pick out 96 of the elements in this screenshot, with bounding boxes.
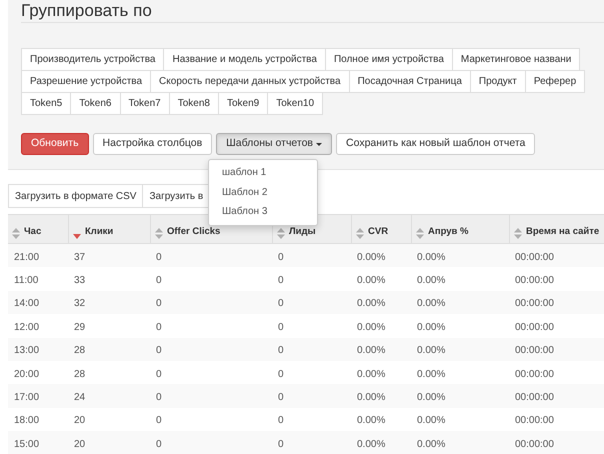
table-cell: 0.00% (417, 252, 446, 263)
table-cell: 0.00% (357, 345, 386, 356)
table-cell: 00:00:00 (515, 298, 554, 310)
table-cell: 0 (278, 252, 284, 263)
group-by-option[interactable]: Token6 (70, 92, 120, 115)
templates-dropdown[interactable]: Шаблоны отчетов (216, 133, 332, 155)
table-cell: 0.00% (417, 368, 446, 380)
panel-title: Группировать по (21, 1, 152, 21)
table-cell: 0 (156, 415, 162, 426)
table-cell: 0.00% (357, 392, 386, 404)
table-cell: 0 (278, 298, 284, 310)
table-cell: 0.00% (417, 438, 446, 450)
action-button[interactable]: Настройка столбцов (92, 133, 212, 155)
column-header[interactable]: Клики (85, 224, 114, 239)
table-cell: 00:00:00 (515, 345, 554, 356)
table-cell: 12:00 (14, 322, 40, 333)
table-cell: 0 (156, 345, 162, 356)
table-cell: 0.00% (357, 368, 386, 380)
table-cell: 0 (156, 438, 162, 450)
table-cell: 00:00:00 (515, 438, 554, 450)
table-cell: 0.00% (417, 298, 446, 310)
column-header[interactable]: Лиды (289, 224, 316, 239)
download-button[interactable]: Загрузить в (142, 184, 210, 208)
column-header[interactable]: Час (24, 224, 42, 239)
table-cell: 0.00% (357, 275, 386, 286)
table-cell: 0.00% (357, 298, 386, 310)
column-header[interactable]: Offer Clicks (167, 224, 220, 239)
group-by-option[interactable]: Token5 (21, 92, 72, 115)
table-cell: 15:00 (14, 438, 40, 450)
table-cell: 0.00% (357, 438, 386, 450)
group-by-option[interactable]: Token9 (218, 92, 268, 115)
table-cell: 0.00% (417, 415, 446, 426)
refresh-button[interactable]: Обновить (21, 133, 89, 155)
table-cell: 0 (278, 275, 284, 286)
table-cell: 0.00% (357, 415, 386, 426)
table-cell: 0.00% (417, 322, 446, 333)
menu-item[interactable]: Шаблон 2 (209, 182, 317, 202)
table-cell: 0 (156, 275, 162, 286)
table-cell: 00:00:00 (515, 415, 554, 426)
group-by-option[interactable]: Token10 (267, 92, 324, 115)
table-cell: 0.00% (417, 392, 446, 404)
table-cell: 13:00 (14, 345, 40, 356)
column-header[interactable]: Время на сайте (526, 224, 600, 239)
table-cell: 0 (156, 298, 162, 310)
group-by-option[interactable]: Token7 (120, 92, 170, 115)
table-cell: 00:00:00 (515, 275, 554, 286)
action-button[interactable]: Сохранить как новый шаблон отчета (336, 133, 536, 155)
group-by-option[interactable]: Название и модель устройства (163, 48, 326, 71)
group-by-option[interactable]: Посадочная Страница (348, 70, 471, 93)
table-cell: 20 (74, 438, 86, 450)
table-cell: 0.00% (417, 275, 446, 286)
group-by-option[interactable]: Скорость передачи данных устройства (150, 70, 350, 93)
group-by-option[interactable]: Производитель устройства (21, 48, 164, 71)
table-cell: 24 (74, 392, 86, 404)
table-cell: 33 (74, 275, 86, 286)
table-cell: 21:00 (14, 252, 40, 263)
group-by-option[interactable]: Разрешение устройства (21, 70, 152, 93)
table-cell: 32 (74, 298, 86, 310)
table-cell: 00:00:00 (515, 322, 554, 333)
table-cell: 37 (74, 252, 86, 263)
caret-icon (316, 142, 322, 146)
table-cell: 28 (74, 345, 86, 356)
table-cell: 0.00% (357, 252, 386, 263)
table-cell: 0 (156, 322, 162, 333)
menu-item[interactable]: шаблон 1 (209, 163, 317, 182)
table-cell: 00:00:00 (515, 368, 554, 380)
table-cell: 0.00% (357, 322, 386, 333)
download-button[interactable]: Загрузить в формате CSV (8, 184, 144, 208)
table-cell: 0 (278, 438, 284, 450)
table-cell: 0 (278, 322, 284, 333)
table-cell: 0 (278, 392, 284, 404)
table-cell: 0 (278, 345, 284, 356)
table-cell: 0.00% (417, 345, 446, 356)
table-cell: 0 (156, 392, 162, 404)
group-by-option[interactable]: Маркетинговое названи (452, 48, 580, 71)
table-cell: 29 (74, 322, 86, 333)
column-header[interactable]: Апрув % (428, 224, 468, 239)
table-cell: 0 (156, 252, 162, 263)
table-cell: 17:00 (14, 392, 40, 404)
table-cell: 14:00 (14, 298, 40, 310)
table-cell: 0 (278, 368, 284, 380)
menu-item[interactable]: Шаблон 3 (209, 202, 317, 222)
table-cell: 20 (74, 415, 86, 426)
column-header[interactable]: CVR (368, 224, 388, 239)
table-cell: 0 (156, 368, 162, 380)
table-cell: 00:00:00 (515, 252, 554, 263)
table-cell: 11:00 (14, 275, 38, 286)
group-by-option[interactable]: Token8 (168, 92, 219, 115)
group-by-option[interactable]: Полное имя устройства (324, 48, 453, 71)
group-by-option[interactable]: Продукт (470, 70, 526, 93)
group-by-option[interactable]: Реферер (524, 70, 586, 93)
table-cell: 00:00:00 (515, 392, 554, 404)
table-cell: 20:00 (14, 368, 40, 380)
table-cell: 0 (278, 415, 284, 426)
table-cell: 18:00 (14, 415, 40, 426)
table-cell: 28 (74, 368, 86, 380)
